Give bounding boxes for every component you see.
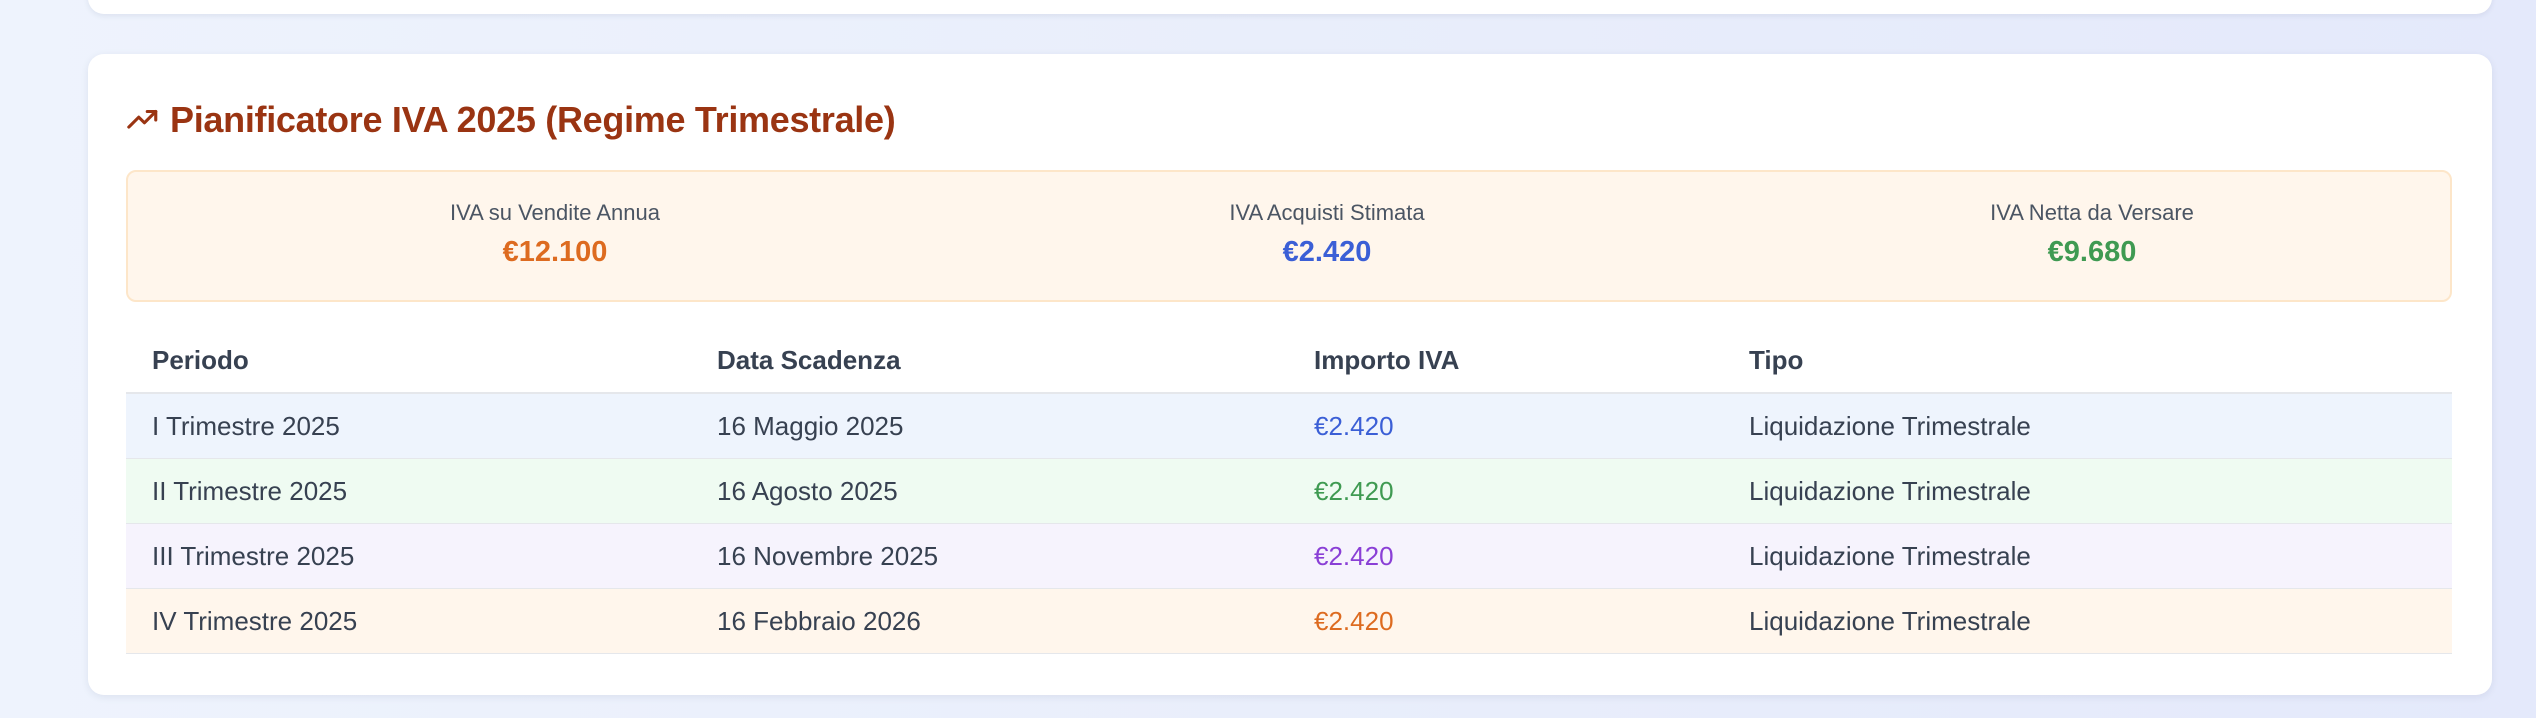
- previous-card: [88, 0, 2492, 14]
- stat-net-vat: IVA Netta da Versare €9.680: [1792, 172, 2392, 304]
- stat-label: IVA Acquisti Stimata: [1229, 200, 1425, 225]
- column-header-tipo: Tipo: [1723, 328, 2452, 394]
- column-header-data-scadenza: Data Scadenza: [691, 328, 1288, 394]
- cell-scadenza: 16 Maggio 2025: [691, 393, 1288, 459]
- cell-scadenza: 16 Agosto 2025: [691, 458, 1288, 524]
- stat-value: €2.420: [1282, 236, 1372, 268]
- vat-planner-card: Pianificatore IVA 2025 (Regime Trimestra…: [88, 54, 2492, 695]
- cell-periodo: IV Trimestre 2025: [126, 588, 691, 654]
- table-row: II Trimestre 2025 16 Agosto 2025 €2.420 …: [126, 458, 2452, 524]
- stat-value: €12.100: [502, 236, 608, 268]
- stat-value: €9.680: [2047, 236, 2137, 268]
- table-header-row: Periodo Data Scadenza Importo IVA Tipo: [126, 328, 2452, 394]
- cell-periodo: I Trimestre 2025: [126, 393, 691, 459]
- stat-purchases-vat: IVA Acquisti Stimata €2.420: [1027, 172, 1627, 304]
- cell-importo: €2.420: [1288, 458, 1723, 524]
- vat-summary-panel: IVA su Vendite Annua €12.100 IVA Acquist…: [126, 170, 2452, 302]
- stat-sales-vat: IVA su Vendite Annua €12.100: [255, 172, 855, 304]
- cell-importo: €2.420: [1288, 393, 1723, 459]
- cell-scadenza: 16 Febbraio 2026: [691, 588, 1288, 654]
- cell-importo: €2.420: [1288, 523, 1723, 589]
- cell-tipo: Liquidazione Trimestrale: [1723, 523, 2452, 589]
- cell-importo: €2.420: [1288, 588, 1723, 654]
- stat-label: IVA su Vendite Annua: [450, 200, 660, 225]
- card-header: Pianificatore IVA 2025 (Regime Trimestra…: [126, 90, 896, 150]
- cell-tipo: Liquidazione Trimestrale: [1723, 588, 2452, 654]
- cell-periodo: III Trimestre 2025: [126, 523, 691, 589]
- cell-tipo: Liquidazione Trimestrale: [1723, 393, 2452, 459]
- trending-up-icon: [126, 103, 160, 137]
- cell-tipo: Liquidazione Trimestrale: [1723, 458, 2452, 524]
- card-title: Pianificatore IVA 2025 (Regime Trimestra…: [170, 99, 896, 140]
- cell-periodo: II Trimestre 2025: [126, 458, 691, 524]
- stat-label: IVA Netta da Versare: [1990, 200, 2194, 225]
- column-header-periodo: Periodo: [126, 328, 691, 394]
- table-row: I Trimestre 2025 16 Maggio 2025 €2.420 L…: [126, 393, 2452, 459]
- vat-schedule-table: Periodo Data Scadenza Importo IVA Tipo I…: [126, 328, 2452, 654]
- table-row: IV Trimestre 2025 16 Febbraio 2026 €2.42…: [126, 588, 2452, 654]
- column-header-importo-iva: Importo IVA: [1288, 328, 1723, 394]
- table-row: III Trimestre 2025 16 Novembre 2025 €2.4…: [126, 523, 2452, 589]
- cell-scadenza: 16 Novembre 2025: [691, 523, 1288, 589]
